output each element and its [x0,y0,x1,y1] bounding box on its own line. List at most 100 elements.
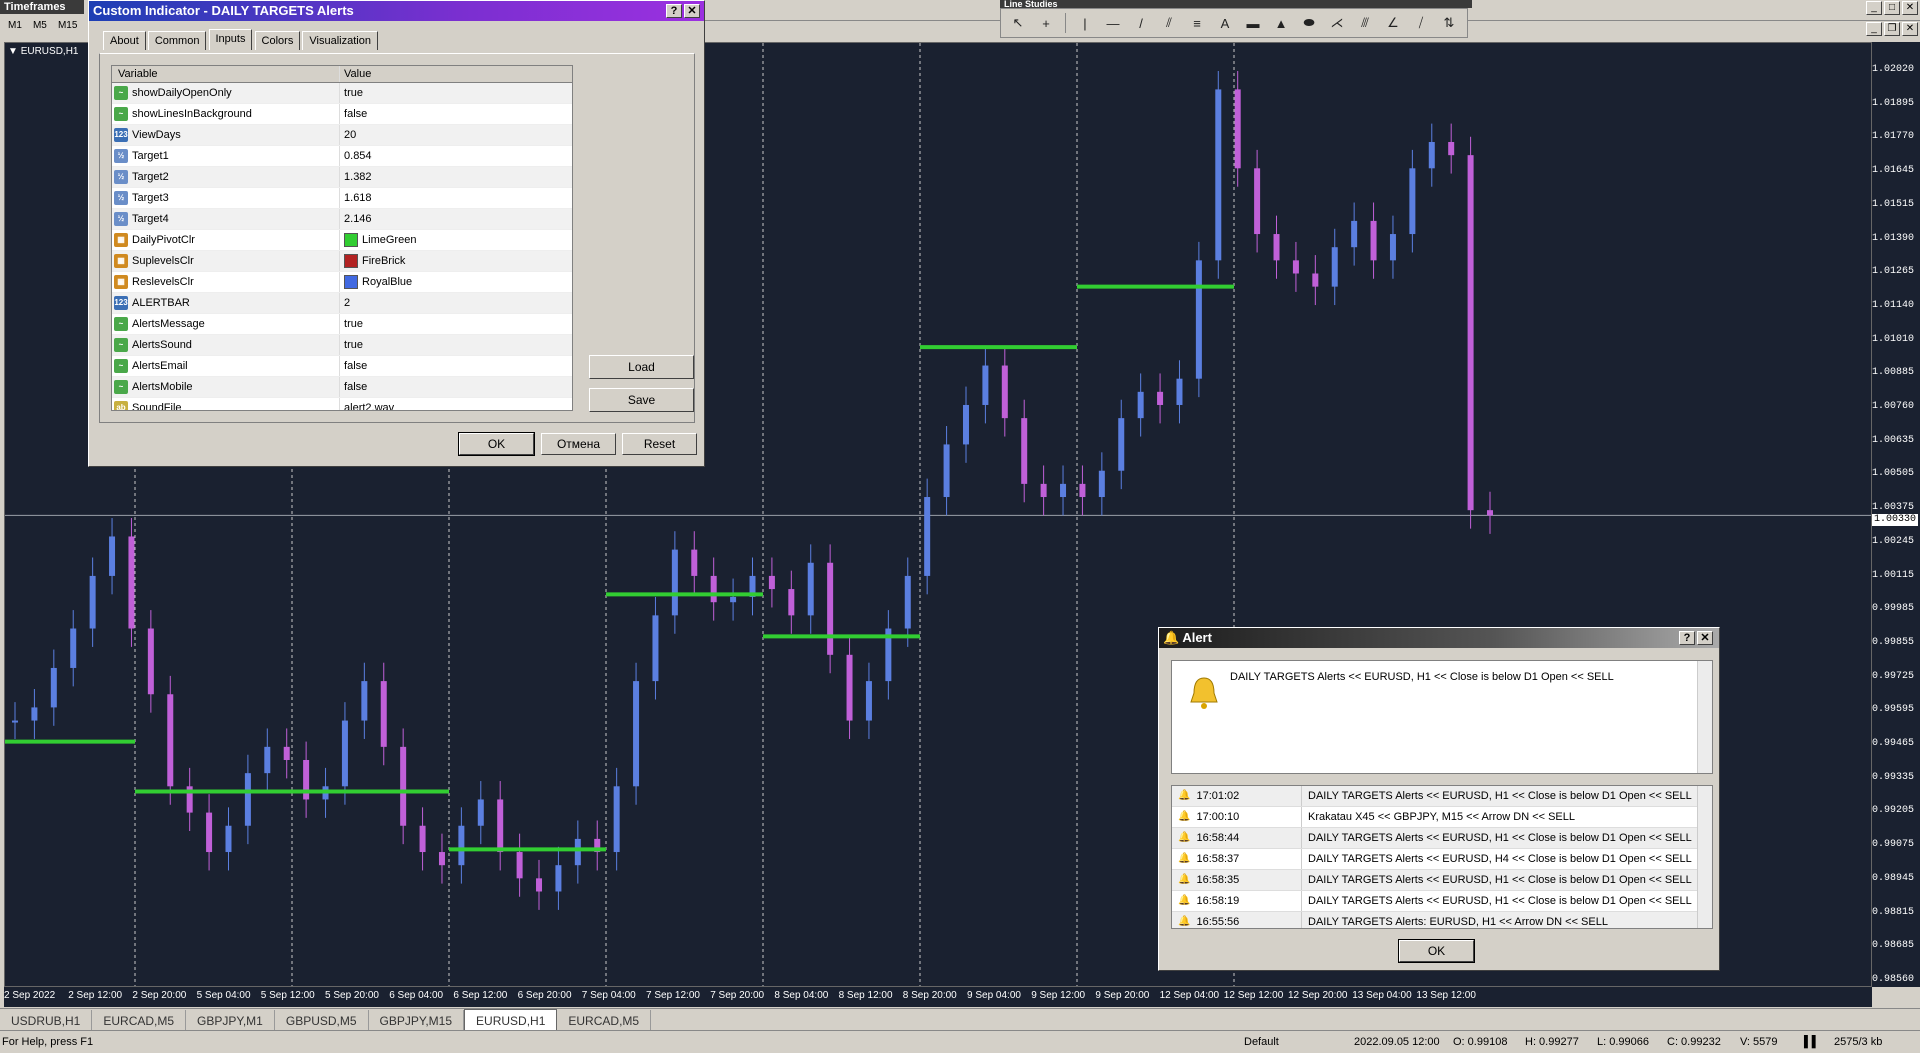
param-row[interactable]: ▦ SuplevelsClr FireBrick [112,251,572,272]
minimize-icon[interactable]: _ [1866,1,1882,15]
param-value-cell[interactable]: false [340,104,572,124]
param-row[interactable]: 123 ViewDays 20 [112,125,572,146]
text-icon[interactable]: A [1212,12,1238,34]
param-value-cell[interactable]: true [340,83,572,103]
param-value-cell[interactable]: false [340,356,572,376]
param-row[interactable]: ½ Target4 2.146 [112,209,572,230]
ok-button[interactable]: OK [458,432,535,456]
cursor-icon[interactable]: ↖ [1005,12,1031,34]
triangle-icon[interactable]: ▲ [1268,12,1294,34]
alert-log-row[interactable]: 🔔 17:01:02 DAILY TARGETS Alerts << EURUSD,… [1172,786,1712,807]
alert-log-row[interactable]: 🔔 16:58:37 DAILY TARGETS Alerts << EURUSD,… [1172,849,1712,870]
ellipse-icon[interactable]: ⬬ [1296,12,1322,34]
tab-about[interactable]: About [103,31,146,50]
param-row[interactable]: ~ AlertsMobile false [112,377,572,398]
param-row[interactable]: ~ showDailyOpenOnly true [112,83,572,104]
tab-common[interactable]: Common [147,31,207,50]
param-value-cell[interactable]: LimeGreen [340,230,572,250]
param-row[interactable]: ½ Target3 1.618 [112,188,572,209]
param-value-cell[interactable]: 2.146 [340,209,572,229]
tab-inputs[interactable]: Inputs [208,29,253,50]
tab-colors[interactable]: Colors [254,31,301,50]
param-value-cell[interactable]: true [340,335,572,355]
tab-eurusd-h1[interactable]: EURUSD,H1 [464,1009,558,1032]
alert-log-row[interactable]: 🔔 17:00:10 Krakatau X45 << GBPJPY, M15 << … [1172,807,1712,828]
param-row[interactable]: ab SoundFile alert2.wav [112,398,572,410]
equidistant-channel-icon[interactable]: ⫽ [1156,12,1182,34]
alert-log-row[interactable]: 🔔 16:58:19 DAILY TARGETS Alerts << EURUSD,… [1172,891,1712,912]
tab-eurcad-m5-2[interactable]: EURCAD,M5 [557,1010,652,1032]
message-scrollbar[interactable] [1697,661,1712,773]
close-icon[interactable]: ✕ [684,4,700,18]
param-value-cell[interactable]: 0.854 [340,146,572,166]
pitchfork-icon[interactable]: ⋌ [1324,12,1350,34]
param-row[interactable]: 123 ALERTBAR 2 [112,293,572,314]
gann-fan-icon[interactable]: ⫻ [1352,12,1378,34]
tf-button-m15[interactable]: M15 [58,20,77,31]
horizontal-line-icon[interactable]: — [1100,12,1126,34]
trendline-icon[interactable]: / [1128,12,1154,34]
param-name: SuplevelsClr [132,255,194,267]
vertical-line-icon[interactable]: | [1072,12,1098,34]
candle-body [1254,168,1261,235]
param-value: 1.618 [344,192,372,204]
param-row[interactable]: ▦ DailyPivotClr LimeGreen [112,230,572,251]
param-row[interactable]: ~ AlertsEmail false [112,356,572,377]
tf-button-m5[interactable]: M5 [33,20,47,31]
param-name: ViewDays [132,129,181,141]
alert-log-row[interactable]: 🔔 16:55:56 DAILY TARGETS Alerts: EURUSD, H… [1172,912,1712,928]
param-value-cell[interactable]: FireBrick [340,251,572,271]
param-value-cell[interactable]: 1.618 [340,188,572,208]
cancel-button[interactable]: Отмена [541,433,616,455]
arrows-dropdown-icon[interactable]: ⇅ [1436,12,1462,34]
param-row[interactable]: ~ AlertsSound true [112,335,572,356]
tf-button-m1[interactable]: M1 [8,20,22,31]
alert-time-cell: 🔔 16:58:37 [1172,849,1302,869]
rectangle-icon[interactable]: ▬ [1240,12,1266,34]
tab-usdrub-h1[interactable]: USDRUB,H1 [0,1010,93,1032]
candle-body [147,628,154,695]
load-button[interactable]: Load [589,355,694,379]
tab-gbpjpy-m15[interactable]: GBPJPY,M15 [369,1010,465,1032]
double-type-icon: ½ [114,170,128,184]
param-row[interactable]: ~ showLinesInBackground false [112,104,572,125]
ok-button[interactable]: OK [1398,939,1475,963]
param-row[interactable]: ½ Target1 0.854 [112,146,572,167]
param-name-cell: 123 ALERTBAR [112,293,341,313]
alert-log-row[interactable]: 🔔 16:58:35 DAILY TARGETS Alerts << EURUSD,… [1172,870,1712,891]
fibonacci-icon[interactable]: ≡ [1184,12,1210,34]
tab-gbpjpy-m1[interactable]: GBPJPY,M1 [186,1010,275,1032]
time-tick-label: 5 Sep 20:00 [325,990,379,1001]
param-value-cell[interactable]: 20 [340,125,572,145]
log-scrollbar[interactable] [1697,786,1712,928]
tab-visualization[interactable]: Visualization [302,31,378,50]
maximize-icon[interactable]: □ [1884,1,1900,15]
tab-eurcad-m5[interactable]: EURCAD,M5 [92,1010,187,1032]
param-value-cell[interactable]: false [340,377,572,397]
fibo-fan-icon[interactable]: ⧸ [1408,12,1434,34]
minimize-icon[interactable]: _ [1866,22,1882,36]
param-row[interactable]: ▦ ReslevelsClr RoyalBlue [112,272,572,293]
regression-icon[interactable]: ∠ [1380,12,1406,34]
param-value-cell[interactable]: RoyalBlue [340,272,572,292]
close-icon[interactable]: ✕ [1902,22,1918,36]
reset-button[interactable]: Reset [622,433,697,455]
alert-log-row[interactable]: 🔔 16:58:44 DAILY TARGETS Alerts << EURUSD,… [1172,828,1712,849]
param-value-cell[interactable]: true [340,314,572,334]
param-value-cell[interactable]: 2 [340,293,572,313]
param-value-cell[interactable]: alert2.wav [340,398,572,410]
restore-icon[interactable]: ❐ [1884,22,1900,36]
param-row[interactable]: ½ Target2 1.382 [112,167,572,188]
close-icon[interactable]: ✕ [1697,631,1713,645]
help-icon[interactable]: ? [666,4,682,18]
param-value-cell[interactable]: 1.382 [340,167,572,187]
save-button[interactable]: Save [589,388,694,412]
candle-body [1467,155,1474,511]
param-row[interactable]: ~ AlertsMessage true [112,314,572,335]
close-icon[interactable]: ✕ [1902,1,1918,15]
tab-gbpusd-m5[interactable]: GBPUSD,M5 [275,1010,369,1032]
param-name-cell: ½ Target1 [112,146,341,166]
param-value: true [344,87,363,99]
help-icon[interactable]: ? [1679,631,1695,645]
crosshair-icon[interactable]: + [1033,12,1059,34]
